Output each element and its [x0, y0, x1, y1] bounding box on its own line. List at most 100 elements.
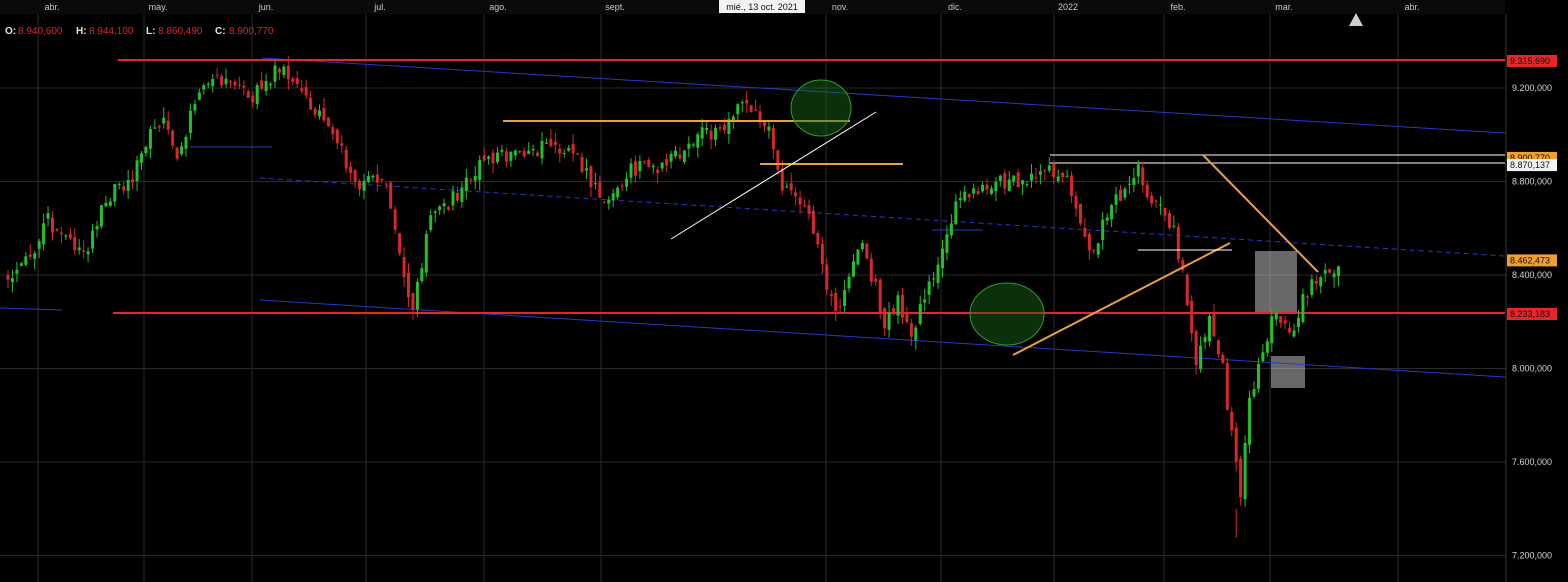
month-label: abr.	[1404, 2, 1419, 12]
candle-body	[989, 188, 993, 194]
candle-body	[722, 124, 726, 131]
candle-body	[393, 209, 397, 230]
candle-body	[629, 163, 633, 178]
candle-body	[1274, 313, 1278, 320]
price-level-badge: 8.870,137	[1507, 159, 1557, 172]
candle-body	[313, 108, 317, 115]
month-label: sept.	[605, 2, 625, 12]
candle-body	[807, 205, 811, 214]
candle-body	[24, 256, 28, 265]
candle-body	[900, 294, 904, 318]
candle-body	[273, 65, 277, 82]
candle-body	[1101, 219, 1105, 241]
month-label: feb.	[1170, 2, 1185, 12]
candle-body	[945, 234, 949, 253]
candle-body	[1225, 363, 1229, 410]
candle-body	[478, 159, 482, 181]
crosshair-date-label: mié., 13 oct. 2021	[726, 2, 798, 12]
candle-body	[37, 241, 41, 249]
candle-body	[122, 186, 126, 191]
candle-body	[883, 308, 887, 329]
candle-body	[1185, 274, 1189, 306]
candle-body	[28, 254, 32, 257]
chart-svg[interactable]: abr. may. jun. jul. ago. sept. nov. dic. 2022 feb…	[0, 0, 1568, 582]
highlight-circle	[969, 282, 1045, 346]
candle-body	[767, 126, 771, 131]
candle-body	[251, 95, 255, 103]
candle-body	[193, 104, 197, 111]
candle-body	[598, 182, 602, 198]
candle-body	[99, 205, 103, 227]
candle-body	[86, 251, 90, 255]
candle-body	[407, 272, 410, 298]
candle-body	[1194, 331, 1198, 366]
candle-body	[1096, 243, 1100, 255]
candle-body	[264, 80, 268, 92]
candle-body	[175, 147, 179, 159]
candle-body	[6, 275, 10, 280]
candle-body	[188, 110, 192, 133]
candle-body	[1087, 234, 1091, 251]
candle-body	[113, 184, 117, 202]
candle-body	[300, 88, 304, 92]
candle	[398, 232, 402, 256]
candle-body	[1203, 336, 1207, 343]
candle-body	[811, 210, 815, 234]
candle-body	[1234, 427, 1238, 462]
candle-body	[1038, 171, 1042, 175]
candle-body	[442, 203, 446, 207]
candle-body	[82, 250, 86, 252]
candle-body	[669, 153, 673, 162]
candle-body	[633, 161, 637, 176]
candle-body	[709, 130, 713, 140]
month-label: abr.	[44, 2, 59, 12]
candle-body	[1119, 189, 1122, 201]
candle-body	[295, 78, 299, 85]
candle-body	[1092, 250, 1096, 252]
candle-body	[674, 150, 677, 157]
candle-body	[936, 264, 940, 283]
candle-body	[513, 150, 517, 156]
candle-body	[469, 179, 473, 181]
candle-body	[340, 143, 344, 146]
close-value: 8.900,770	[229, 26, 274, 37]
candle-body	[869, 258, 873, 282]
candle-body	[941, 248, 944, 269]
candle-body	[687, 143, 691, 149]
candle-body	[362, 180, 366, 191]
candle-body	[464, 177, 468, 191]
candle-body	[847, 276, 851, 289]
candle-body	[558, 148, 562, 154]
candle-body	[927, 281, 931, 295]
candle-body	[1136, 164, 1140, 177]
candle-body	[691, 144, 695, 146]
candle-body	[1141, 167, 1145, 186]
candle-body	[375, 174, 379, 183]
candle	[1176, 222, 1180, 264]
candle-body	[638, 160, 642, 171]
candle-body	[967, 193, 971, 198]
candle	[1248, 390, 1252, 454]
candle-body	[411, 293, 415, 310]
candle	[389, 180, 393, 210]
candle-body	[255, 85, 259, 104]
candle-body	[504, 151, 508, 162]
candle-body	[1150, 195, 1154, 204]
candle-body	[237, 84, 241, 86]
candle-body	[117, 183, 121, 185]
candle-body	[291, 78, 295, 82]
candle-body	[700, 127, 704, 139]
price-level-badge-label: 9.315,690	[1510, 56, 1550, 66]
candle-body	[1212, 314, 1216, 337]
candle-body	[651, 165, 655, 168]
candle-body	[455, 192, 459, 201]
candle-body	[892, 308, 896, 313]
candle-body	[433, 211, 437, 214]
candlestick-chart[interactable]: abr. may. jun. jul. ago. sept. nov. dic. 2022 feb…	[0, 0, 1568, 582]
candle-body	[1021, 180, 1025, 185]
candle-body	[42, 223, 46, 245]
month-label: ago.	[489, 2, 507, 12]
candle-body	[135, 160, 139, 182]
low-value: 8.860,490	[158, 26, 203, 37]
candle-body	[647, 159, 651, 167]
